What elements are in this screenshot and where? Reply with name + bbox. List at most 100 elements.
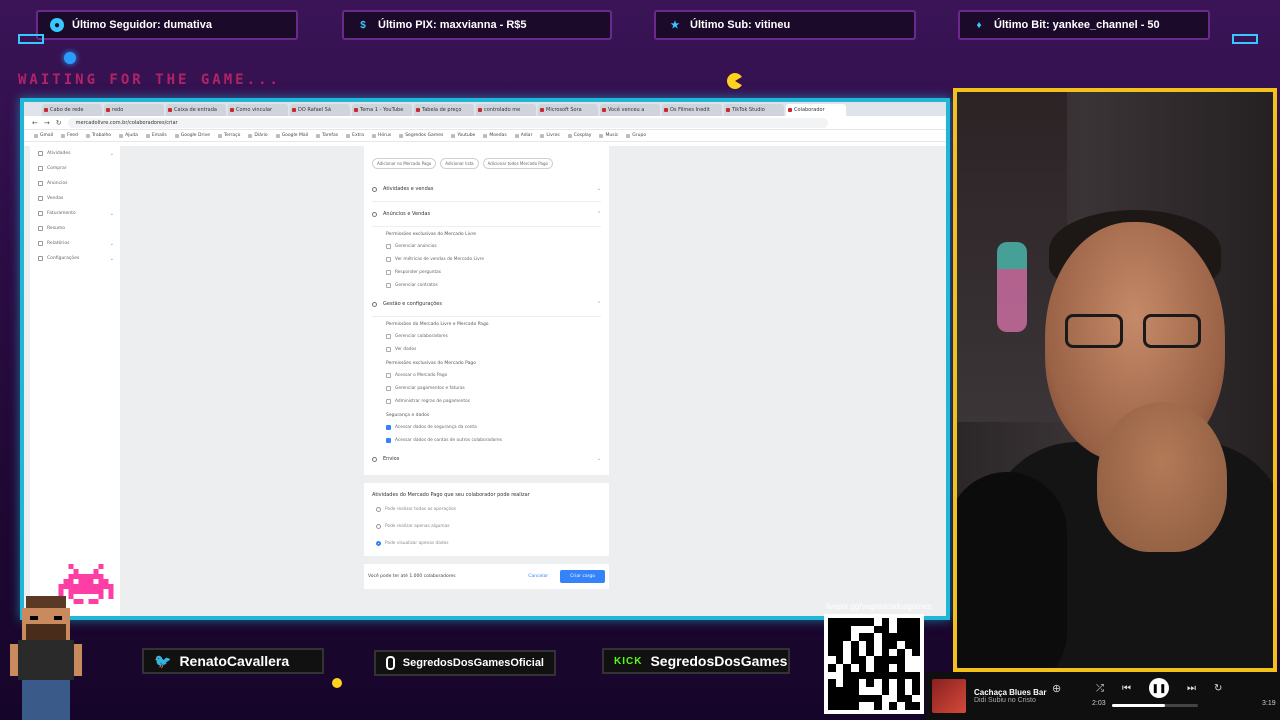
pause-button[interactable]: ❚❚ — [1149, 678, 1169, 698]
browser-tab[interactable]: Cabo de rede — [42, 104, 102, 116]
qr-module — [881, 648, 890, 657]
qr-module — [858, 694, 867, 703]
radio-option[interactable]: Pode realizar todas as operações — [372, 501, 601, 518]
bookmark[interactable]: Moedas — [483, 133, 506, 138]
bookmark[interactable]: Gmail — [34, 133, 53, 138]
browser-tab[interactable]: TikTok Studio — [724, 104, 784, 116]
sidebar-item[interactable]: Faturamento ⌄ — [30, 206, 120, 221]
permissions-form: Adicionar no Mercado Pago Adicionar list… — [364, 146, 609, 589]
qr-module — [912, 648, 920, 657]
music-player: Cachaça Blues Bar Didi Subiu no Cristo ⊕… — [926, 672, 1280, 720]
permission-checkbox[interactable]: Administrar regras de pagamentos — [372, 395, 601, 408]
browser-tab[interactable]: Tema 1 - YouTube — [352, 104, 412, 116]
qr-module — [896, 648, 905, 657]
add-icon[interactable]: ⊕ — [1052, 682, 1061, 695]
permission-checkbox[interactable]: Gerenciar pagamentos e faturas — [372, 382, 601, 395]
browser-tab[interactable]: Tabela de preço — [414, 104, 474, 116]
reload-icon[interactable]: ↻ — [56, 119, 62, 127]
bookmark[interactable]: Hórus — [372, 133, 391, 138]
browser-tab[interactable]: controlado me — [476, 104, 536, 116]
qr-module — [843, 625, 851, 634]
bookmark[interactable]: Emails — [146, 133, 167, 138]
sidebar-item[interactable]: Relatórios ⌄ — [30, 236, 120, 251]
permission-checkbox[interactable]: Responder perguntas — [372, 266, 601, 279]
permission-checkbox[interactable]: Gerenciar colaboradores — [372, 330, 601, 343]
sidebar-item[interactable]: Anúncios — [30, 176, 120, 191]
sidebar-item-label: Atividades — [47, 151, 71, 156]
bookmark[interactable]: Extra — [346, 133, 364, 138]
browser-tab[interactable]: Você venceu a — [600, 104, 660, 116]
browser-tab[interactable]: redo — [104, 104, 164, 116]
chevron-up-icon: ⌃ — [596, 211, 601, 217]
sidebar-item[interactable]: Vendas — [30, 191, 120, 206]
bookmark[interactable]: Cosplay — [568, 133, 592, 138]
bookmark[interactable]: Livros — [540, 133, 559, 138]
create-role-button[interactable]: Criar cargo — [560, 570, 605, 583]
repeat-icon[interactable]: ↻ — [1214, 683, 1222, 694]
previous-icon[interactable]: ⏮ — [1122, 683, 1131, 694]
chevron-down-icon: ⌄ — [109, 150, 114, 157]
pill-button[interactable]: Adicionar lista — [440, 158, 479, 169]
browser-tab[interactable]: Caixa de entrada — [166, 104, 226, 116]
permission-checkbox[interactable]: Ver métricas de vendas do Mercado Livre — [372, 253, 601, 266]
bookmark[interactable]: Music — [599, 133, 618, 138]
qr-module — [866, 633, 874, 641]
url-field[interactable]: mercadolivre.com.br/colaboradores/criar — [67, 117, 828, 128]
qr-module — [828, 702, 836, 710]
sidebar-item[interactable]: Resumo — [30, 221, 120, 236]
radio-option[interactable]: Pode realizar apenas algumas — [372, 518, 601, 535]
qr-module — [835, 618, 844, 626]
permission-checkbox[interactable]: Acessar o Mercado Pago — [372, 369, 601, 382]
bookmark[interactable]: Google Drive — [175, 133, 210, 138]
cancel-button[interactable]: Cancelar — [522, 571, 554, 582]
bookmark[interactable]: Ajuda — [119, 133, 138, 138]
user-icon: ● — [50, 18, 64, 32]
sidebar-item[interactable]: Atividades ⌄ — [30, 146, 120, 161]
bookmark[interactable]: Terraço — [218, 133, 240, 138]
permission-checkbox-checked[interactable]: Acessar dados de segurança da conta — [372, 421, 601, 434]
bookmark[interactable]: Feed — [61, 133, 78, 138]
qr-module — [904, 679, 913, 687]
section-header[interactable]: Envios ⌄ — [372, 447, 601, 471]
radio-option-selected[interactable]: Pode visualizar apenas dados — [372, 535, 601, 552]
bookmark[interactable]: Google Mail — [276, 133, 308, 138]
sidebar-item[interactable]: Comprar — [30, 161, 120, 176]
shuffle-icon[interactable]: ⤮ — [1096, 683, 1104, 694]
sidebar-item[interactable]: Configurações ⌄ — [30, 251, 120, 266]
bookmark[interactable]: Trabalho — [86, 133, 111, 138]
bookmark[interactable]: Grupo — [626, 133, 646, 138]
permission-checkbox[interactable]: Gerenciar contratos — [372, 279, 601, 292]
browser-tab[interactable]: Como vincular — [228, 104, 288, 116]
song-info: Cachaça Blues Bar Didi Subiu no Cristo — [974, 688, 1046, 704]
web-page: Atividades ⌄ Comprar Anúncios Vendas Fatu… — [24, 146, 946, 616]
playback-progress[interactable] — [1112, 704, 1198, 707]
permission-checkbox-checked[interactable]: Acessar dados de contas de outros colabo… — [372, 434, 601, 447]
pill-button[interactable]: Adicionar todos Mercado Pago — [482, 158, 553, 169]
qr-module — [850, 671, 859, 680]
browser-tab[interactable]: Os Filmes Inedit — [662, 104, 722, 116]
browser-tab[interactable]: DO Rafael Sá — [290, 104, 350, 116]
next-icon[interactable]: ⏭ — [1187, 683, 1196, 694]
truck-icon — [372, 456, 377, 462]
forward-icon[interactable]: → — [44, 119, 50, 127]
browser-tab-active[interactable]: Colaborador — [786, 104, 846, 116]
bookmark[interactable]: Adiar — [515, 133, 533, 138]
browser-tab[interactable]: Microsoft Sora — [538, 104, 598, 116]
bookmark[interactable]: Diário — [248, 133, 267, 138]
bookmark[interactable]: Youtube — [451, 133, 475, 138]
section-header[interactable]: Atividades e vendas ⌄ — [372, 177, 601, 202]
twitter-handle: 🐦 RenatoCavallera — [142, 648, 324, 674]
section-header[interactable]: Gestão e configurações ⌃ — [372, 292, 601, 317]
bookmark[interactable]: Tarefas — [316, 133, 338, 138]
qr-module — [904, 640, 913, 649]
song-title: Cachaça Blues Bar — [974, 688, 1047, 697]
pill-button[interactable]: Adicionar no Mercado Pago — [372, 158, 437, 169]
qr-module — [881, 618, 890, 626]
permission-checkbox[interactable]: Ver dados — [372, 343, 601, 356]
section-header[interactable]: Anúncios e Vendas ⌃ — [372, 202, 601, 227]
permission-checkbox[interactable]: Gerenciar anúncios — [372, 240, 601, 253]
back-icon[interactable]: ← — [32, 119, 38, 127]
bookmark[interactable]: Segredos Games — [399, 133, 443, 138]
qr-module — [873, 686, 882, 695]
sidebar-item-label: Resumo — [47, 226, 66, 231]
